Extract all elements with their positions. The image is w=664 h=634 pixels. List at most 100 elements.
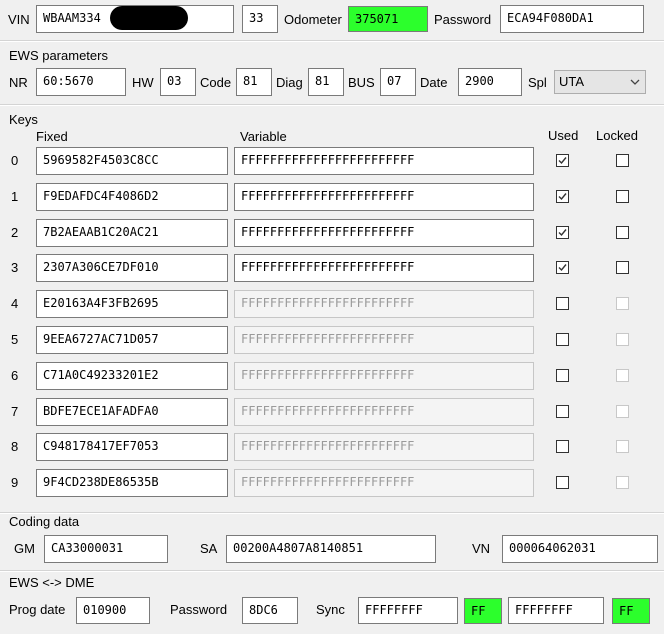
sa-label: SA	[200, 541, 218, 556]
key-used-checkbox[interactable]	[556, 476, 569, 489]
key-locked-checkbox[interactable]	[616, 440, 629, 453]
key-locked-checkbox[interactable]	[616, 476, 629, 489]
key-variable-field[interactable]: FFFFFFFFFFFFFFFFFFFFFFFF	[234, 326, 534, 354]
used-column-header: Used	[548, 128, 579, 143]
key-variable-field[interactable]: FFFFFFFFFFFFFFFFFFFFFFFF	[234, 362, 534, 390]
key-index: 8	[11, 439, 19, 454]
password-field[interactable]: ECA94F080DA1	[500, 5, 644, 33]
key-index: 1	[11, 189, 19, 204]
divider-highlight	[0, 41, 664, 42]
redaction-blot	[110, 6, 188, 30]
key-index: 0	[11, 153, 19, 168]
sync-label: Sync	[316, 602, 345, 617]
vin-suffix-field[interactable]: 33	[242, 5, 278, 33]
bus-label: BUS	[348, 75, 375, 90]
key-used-checkbox[interactable]	[556, 440, 569, 453]
dme-password-field[interactable]: 8DC6	[242, 597, 298, 624]
key-variable-field[interactable]: FFFFFFFFFFFFFFFFFFFFFFFF	[234, 183, 534, 211]
key-used-checkbox[interactable]	[556, 369, 569, 382]
nr-label: NR	[9, 75, 28, 90]
key-used-checkbox[interactable]	[556, 226, 569, 239]
prog-date-field[interactable]: 010900	[76, 597, 150, 624]
key-fixed-field[interactable]: 9F4CD238DE86535B	[36, 469, 228, 497]
key-locked-checkbox[interactable]	[616, 190, 629, 203]
nr-field[interactable]: 60:5670	[36, 68, 126, 96]
key-locked-checkbox[interactable]	[616, 154, 629, 167]
key-used-checkbox[interactable]	[556, 405, 569, 418]
code-field[interactable]: 81	[236, 68, 272, 96]
divider-highlight	[0, 513, 664, 514]
locked-column-header: Locked	[596, 128, 638, 143]
key-index: 7	[11, 404, 19, 419]
key-variable-field[interactable]: FFFFFFFFFFFFFFFFFFFFFFFF	[234, 147, 534, 175]
key-fixed-field[interactable]: 2307A306CE7DF010	[36, 254, 228, 282]
ews-dme-title: EWS <-> DME	[9, 575, 95, 590]
diag-field[interactable]: 81	[308, 68, 344, 96]
key-index: 6	[11, 368, 19, 383]
key-variable-field[interactable]: FFFFFFFFFFFFFFFFFFFFFFFF	[234, 254, 534, 282]
hw-field[interactable]: 03	[160, 68, 196, 96]
key-variable-field[interactable]: FFFFFFFFFFFFFFFFFFFFFFFF	[234, 219, 534, 247]
key-index: 5	[11, 332, 19, 347]
key-fixed-field[interactable]: 5969582F4503C8CC	[36, 147, 228, 175]
ews-parameters-title: EWS parameters	[9, 48, 108, 63]
date-label: Date	[420, 75, 448, 90]
key-fixed-field[interactable]: C948178417EF7053	[36, 433, 228, 461]
key-fixed-field[interactable]: BDFE7ECE1AFADFA0	[36, 398, 228, 426]
key-locked-checkbox[interactable]	[616, 261, 629, 274]
fixed-column-header: Fixed	[36, 129, 68, 144]
spl-select-value: UTA	[559, 74, 585, 89]
key-index: 2	[11, 225, 19, 240]
key-index: 9	[11, 475, 19, 490]
password-label: Password	[434, 12, 492, 27]
key-fixed-field[interactable]: E20163A4F3FB2695	[36, 290, 228, 318]
odometer-label: Odometer	[284, 12, 342, 27]
divider-highlight	[0, 571, 664, 572]
key-fixed-field[interactable]: 7B2AEAAB1C20AC21	[36, 219, 228, 247]
spl-label: Spl	[528, 75, 547, 90]
key-used-checkbox[interactable]	[556, 297, 569, 310]
sync-status-1: FF	[464, 598, 502, 624]
key-variable-field[interactable]: FFFFFFFFFFFFFFFFFFFFFFFF	[234, 433, 534, 461]
key-locked-checkbox[interactable]	[616, 297, 629, 310]
vn-label: VN	[472, 541, 491, 556]
gm-label: GM	[14, 541, 35, 556]
key-index: 3	[11, 260, 19, 275]
spl-select[interactable]: UTA	[554, 70, 646, 94]
key-used-checkbox[interactable]	[556, 333, 569, 346]
divider-highlight	[0, 105, 664, 106]
key-locked-checkbox[interactable]	[616, 333, 629, 346]
key-variable-field[interactable]: FFFFFFFFFFFFFFFFFFFFFFFF	[234, 469, 534, 497]
key-used-checkbox[interactable]	[556, 190, 569, 203]
sync-field-2[interactable]: FFFFFFFF	[508, 597, 604, 624]
keys-title: Keys	[9, 112, 38, 127]
gm-field[interactable]: CA33000031	[44, 535, 168, 563]
chevron-down-icon	[630, 71, 640, 101]
vin-label: VIN	[8, 12, 30, 27]
prog-date-label: Prog date	[9, 602, 66, 617]
key-variable-field[interactable]: FFFFFFFFFFFFFFFFFFFFFFFF	[234, 398, 534, 426]
key-used-checkbox[interactable]	[556, 154, 569, 167]
key-locked-checkbox[interactable]	[616, 226, 629, 239]
coding-data-title: Coding data	[9, 514, 80, 529]
date-field[interactable]: 2900	[458, 68, 522, 96]
key-locked-checkbox[interactable]	[616, 405, 629, 418]
sync-field-1[interactable]: FFFFFFFF	[358, 597, 458, 624]
sa-field[interactable]: 00200A4807A8140851	[226, 535, 436, 563]
dme-password-label: Password	[170, 602, 228, 617]
code-label: Code	[200, 75, 232, 90]
vn-field[interactable]: 000064062031	[502, 535, 658, 563]
diag-label: Diag	[276, 75, 303, 90]
key-variable-field[interactable]: FFFFFFFFFFFFFFFFFFFFFFFF	[234, 290, 534, 318]
key-fixed-field[interactable]: 9EEA6727AC71D057	[36, 326, 228, 354]
key-used-checkbox[interactable]	[556, 261, 569, 274]
key-fixed-field[interactable]: C71A0C49233201E2	[36, 362, 228, 390]
variable-column-header: Variable	[240, 129, 287, 144]
key-fixed-field[interactable]: F9EDAFDC4F4086D2	[36, 183, 228, 211]
key-index: 4	[11, 296, 19, 311]
key-locked-checkbox[interactable]	[616, 369, 629, 382]
hw-label: HW	[132, 75, 154, 90]
sync-status-2: FF	[612, 598, 650, 624]
bus-field[interactable]: 07	[380, 68, 416, 96]
odometer-field[interactable]: 375071	[348, 6, 428, 32]
